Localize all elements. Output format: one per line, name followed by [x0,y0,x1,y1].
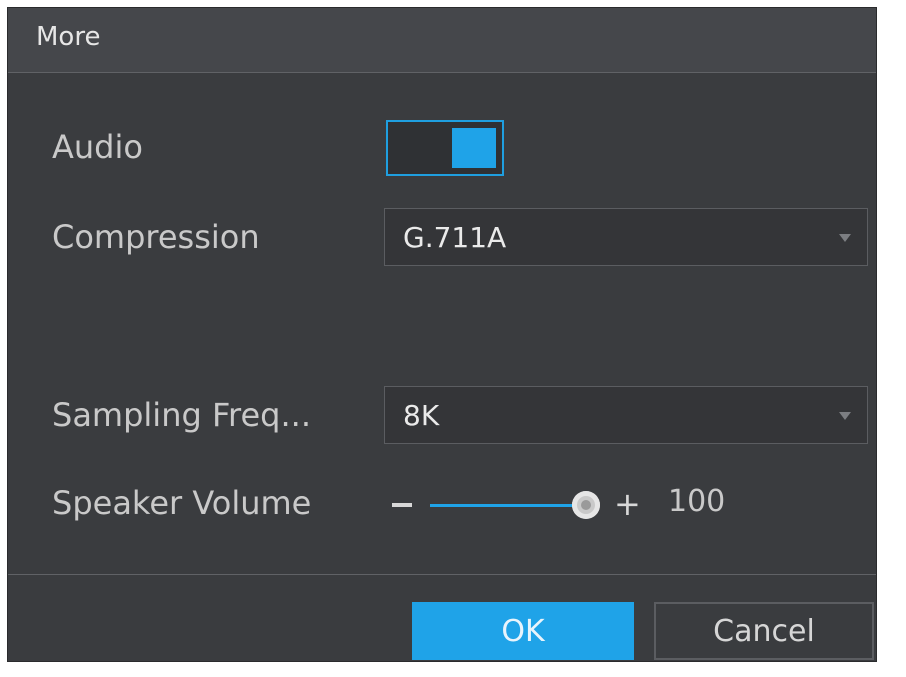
cancel-button[interactable]: Cancel [654,602,874,660]
chevron-down-icon [839,234,851,242]
plus-icon[interactable]: + [614,488,641,520]
sampling-frequency-label: Sampling Freq... [52,396,311,434]
audio-toggle[interactable] [386,120,504,176]
compression-label: Compression [52,218,260,256]
ok-button[interactable]: OK [412,602,634,660]
compression-value: G.711A [403,221,507,254]
dialog-title: More [36,22,101,52]
compression-select[interactable]: G.711A [384,208,868,266]
sampling-frequency-select[interactable]: 8K [384,386,868,444]
more-dialog: More Audio Compression G.711A Sampling F… [8,8,876,661]
speaker-volume-value: 100 [668,484,726,519]
audio-label: Audio [52,128,143,166]
chevron-down-icon [839,412,851,420]
speaker-volume-slider[interactable]: + [392,480,652,530]
sampling-frequency-value: 8K [403,399,440,432]
slider-track[interactable] [430,504,582,507]
speaker-volume-label: Speaker Volume [52,484,312,522]
dialog-titlebar: More [8,8,876,73]
minus-icon[interactable] [392,503,412,507]
footer-divider [8,574,876,575]
audio-toggle-knob [452,128,496,168]
slider-thumb[interactable] [572,491,600,519]
